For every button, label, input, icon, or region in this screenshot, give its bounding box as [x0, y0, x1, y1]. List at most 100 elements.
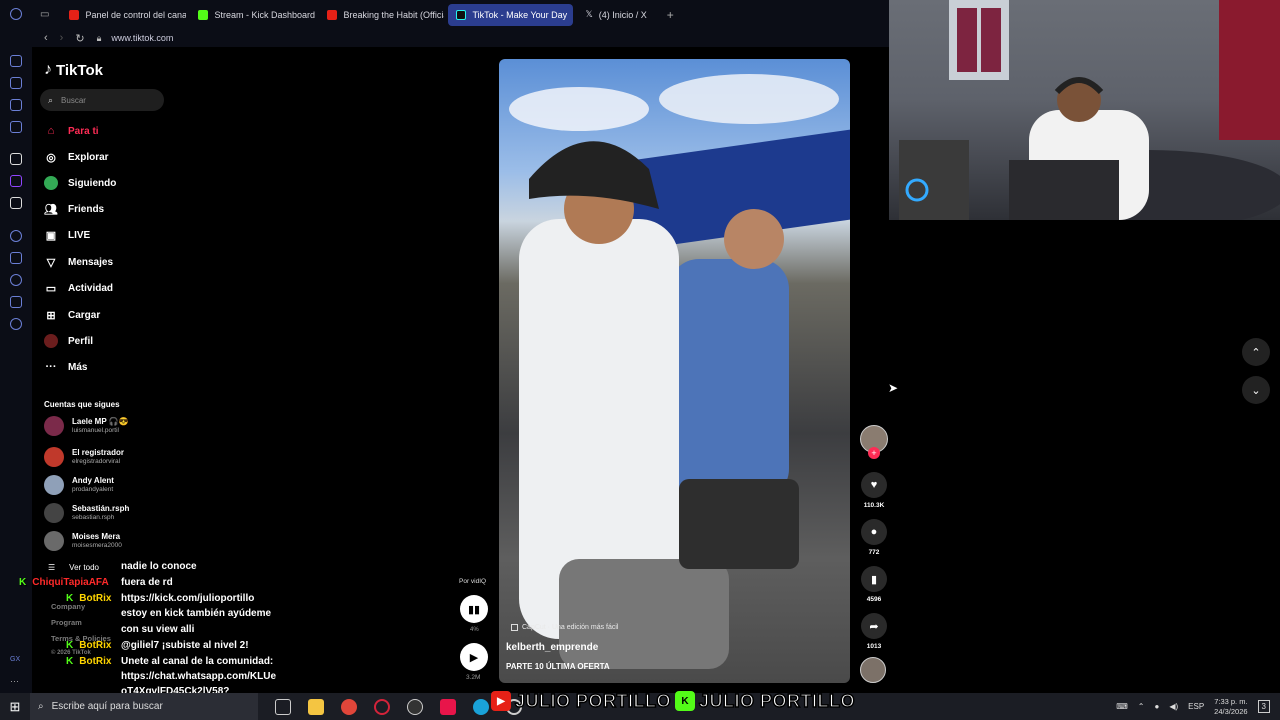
nav-mas[interactable]: ··· Más — [44, 357, 88, 377]
chevron-up-icon[interactable]: ⌃ — [1138, 702, 1145, 711]
chat-message: https://chat.whatsapp.com/KLUe — [121, 671, 277, 682]
vidiq-percent: 4% — [470, 627, 479, 633]
nav-para-ti[interactable]: ⌂ Para ti — [44, 121, 99, 141]
see-all-link[interactable]: ☰ Ver todo — [48, 563, 99, 572]
new-tab-button[interactable]: + — [667, 8, 674, 22]
activity-icon: ▭ — [45, 282, 57, 295]
forward-icon[interactable]: › — [60, 32, 64, 44]
keyboard-icon[interactable]: ⌨ — [1116, 702, 1128, 711]
lock-icon: 🔒︎ — [96, 32, 102, 43]
nav-friends[interactable]: 👥︎ Friends — [44, 199, 104, 219]
sidebar-twitch-icon[interactable] — [10, 175, 22, 187]
tab-kick-dashboard[interactable]: Stream - Kick Dashboard — [190, 4, 315, 26]
sidebar-bag-icon[interactable] — [10, 77, 22, 89]
tiktok-logo[interactable]: ♪ TikTok — [44, 61, 103, 79]
avatar — [44, 475, 64, 495]
search-input[interactable]: ⌕ Buscar — [40, 89, 164, 111]
obs-icon[interactable] — [407, 698, 423, 715]
tab-item[interactable]: ▭ — [32, 4, 57, 26]
tab-x-home[interactable]: 𝕏 (4) Inicio / X — [577, 4, 654, 26]
tab-menu-icon[interactable]: ▭ — [40, 9, 49, 20]
nav-perfil[interactable]: Perfil — [44, 331, 93, 351]
mouse-cursor-icon: ➤ — [888, 381, 899, 395]
sound-avatar[interactable] — [860, 657, 886, 683]
nav-siguiendo[interactable]: Siguiendo — [44, 173, 116, 193]
browser-logo-icon[interactable] — [10, 8, 22, 20]
chrome-icon[interactable] — [341, 698, 357, 715]
home-icon: ⌂ — [47, 125, 55, 137]
kick-badge-icon: K — [19, 577, 27, 588]
notifications-icon[interactable]: 3 — [1257, 700, 1270, 713]
language-indicator[interactable]: ESP — [1188, 702, 1204, 711]
task-view-icon[interactable] — [275, 698, 291, 715]
save-action[interactable]: ▮ 4596 — [860, 566, 888, 603]
sidebar-x-icon[interactable] — [10, 197, 22, 209]
heart-icon[interactable]: ♥ — [861, 472, 887, 498]
sidebar-clock-icon[interactable] — [10, 274, 22, 286]
edge-icon[interactable] — [473, 698, 489, 715]
video-author[interactable]: kelberth_emprende — [506, 642, 598, 653]
footer-program[interactable]: Program — [51, 618, 82, 627]
comment-icon[interactable]: ● — [861, 519, 887, 545]
chat-message: @giliel7 ¡subiste al nivel 2! — [121, 640, 249, 651]
tiktok-icon — [456, 9, 467, 20]
followed-account[interactable]: Moises Mera moisesmera2000 — [44, 529, 122, 553]
followed-account[interactable]: El registrador elregistradorviral — [44, 445, 124, 469]
play-button[interactable]: ▶ — [460, 643, 488, 671]
sidebar-extensions-icon[interactable] — [10, 296, 22, 308]
like-action[interactable]: ♥ 110.3K — [860, 472, 888, 509]
nav-explorar[interactable]: ◎ Explorar — [44, 147, 108, 167]
nav-mensajes[interactable]: ▽ Mensajes — [44, 252, 113, 272]
tab-tiktok[interactable]: TikTok - Make Your Day — [448, 3, 574, 26]
taskbar-search-input[interactable]: ⌕ Escribe aquí para buscar — [30, 693, 258, 720]
file-explorer-icon[interactable] — [308, 698, 324, 715]
tab-youtube-studio[interactable]: Panel de control del canal — [61, 4, 186, 26]
sidebar-cube-icon[interactable] — [10, 252, 22, 264]
share-action[interactable]: ➦ 1013 — [860, 613, 888, 650]
sidebar-kick-icon[interactable] — [10, 153, 22, 165]
vidiq-label: Por vidIQ — [459, 578, 487, 585]
opera-gx-icon[interactable] — [374, 698, 390, 715]
chat-username: K BotRix — [66, 640, 112, 651]
sidebar-mail-icon[interactable] — [10, 121, 22, 133]
microphone-icon[interactable]: ● — [1154, 702, 1159, 711]
system-tray: ⌨ ⌃ ● ◀) ESP 7:33 p. m. 24/3/2026 3 — [1116, 693, 1280, 720]
browser-sidebar: GX ··· — [0, 0, 32, 693]
volume-icon[interactable]: ◀) — [1169, 702, 1178, 711]
windows-start-icon[interactable]: ⊞ — [0, 699, 30, 715]
friends-icon: 👥︎ — [44, 203, 58, 216]
sidebar-history-icon[interactable] — [10, 55, 22, 67]
tab-breaking-the-habit[interactable]: Breaking the Habit (Officia — [319, 4, 444, 26]
video-player[interactable]: CapCut · Una edición más fácil kelberth_… — [499, 59, 850, 683]
reload-icon[interactable]: ↻ — [75, 32, 84, 45]
tiktok-note-icon: ♪ — [44, 61, 52, 78]
followed-account[interactable]: Laele MP 🎧😎 luismanuel.portil — [44, 414, 129, 438]
sidebar-wallet-icon[interactable] — [10, 99, 22, 111]
capcut-label: CapCut · Una edición más fácil — [511, 624, 619, 631]
kick-badge-icon: K — [66, 593, 74, 604]
comment-action[interactable]: ● 772 — [860, 519, 888, 556]
share-icon[interactable]: ➦ — [861, 613, 887, 639]
address-bar: ‹ › ↻ 🔒︎ www.tiktok.com — [32, 29, 889, 47]
next-video-button[interactable]: ⌄ — [1242, 376, 1270, 404]
bookmark-icon[interactable]: ▮ — [861, 566, 887, 592]
followed-account[interactable]: Sebastián.rsph sebastian.rsph — [44, 501, 129, 525]
previous-video-button[interactable]: ⌃ — [1242, 338, 1270, 366]
chat-message: Unete al canal de la comunidad: — [121, 656, 274, 667]
tiktok-app-icon[interactable] — [440, 698, 456, 715]
sidebar-more-icon[interactable]: ··· — [10, 676, 22, 688]
sidebar-gx-icon[interactable]: GX — [10, 656, 22, 668]
back-icon[interactable]: ‹ — [44, 32, 48, 44]
sidebar-player-icon[interactable] — [10, 230, 22, 242]
clock[interactable]: 7:33 p. m. 24/3/2026 — [1214, 697, 1247, 717]
followed-account[interactable]: Andy Alent prodandyalent — [44, 473, 114, 497]
url-field[interactable]: www.tiktok.com — [111, 33, 173, 43]
nav-live[interactable]: ▣ LIVE — [44, 225, 90, 245]
nav-actividad[interactable]: ▭ Actividad — [44, 278, 113, 298]
vidiq-stats-button[interactable]: ▮▮ — [460, 595, 488, 623]
following-icon — [44, 176, 58, 190]
sidebar-settings-icon[interactable] — [10, 318, 22, 330]
nav-cargar[interactable]: ⊞ Cargar — [44, 305, 100, 325]
follow-plus-icon[interactable]: + — [868, 447, 880, 459]
webcam-feed — [889, 0, 1280, 220]
